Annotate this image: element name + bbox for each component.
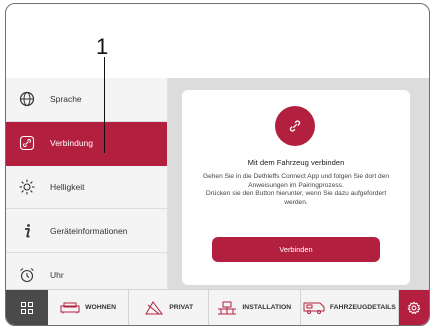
nav-label: PRIVAT	[169, 304, 194, 311]
nav-wohnen[interactable]: WOHNEN	[48, 290, 130, 325]
info-icon	[18, 222, 36, 240]
description-line: werden.	[284, 198, 308, 206]
gear-icon	[407, 300, 421, 314]
sidebar-item-label: Uhr	[50, 270, 64, 281]
nav-label: FAHRZEUGDETAILS	[329, 304, 396, 311]
sofa-icon	[60, 302, 80, 313]
main-content: Mit dem Fahrzeug verbinden Gehen Sie in …	[168, 78, 429, 297]
description-line: Drücken sie den Button hierunter, wenn S…	[205, 190, 387, 198]
vehicle-icon	[303, 302, 325, 314]
grid-icon	[20, 301, 33, 314]
link-icon	[275, 106, 315, 146]
nav-privat[interactable]: PRIVAT	[129, 290, 210, 325]
link-icon	[18, 134, 36, 152]
card-description: Gehen Sie in die Dethleffs Connect App u…	[190, 173, 402, 207]
callout-number: 1	[96, 34, 109, 59]
settings-button[interactable]	[399, 290, 429, 325]
device-screen: Sprache Verbindung Helligkeit Geräteinfo…	[5, 3, 430, 326]
sidebar-item-label: Geräteinformationen	[50, 225, 128, 236]
sun-icon	[18, 178, 36, 196]
connect-button[interactable]: Verbinden	[212, 237, 380, 262]
settings-sidebar: Sprache Verbindung Helligkeit Geräteinfo…	[6, 78, 168, 297]
nav-label: INSTALLATION	[242, 304, 292, 311]
sidebar-item-geraeteinformationen[interactable]: Geräteinformationen	[6, 209, 167, 254]
menu-grid-button[interactable]	[6, 290, 48, 325]
card-title: Mit dem Fahrzeug verbinden	[247, 158, 345, 167]
sidebar-item-helligkeit[interactable]: Helligkeit	[6, 166, 167, 210]
bottom-nav: WOHNEN PRIVAT INSTALLATION FAHRZEUGDETAI…	[6, 289, 429, 325]
nav-fahrzeugdetails[interactable]: FAHRZEUGDETAILS	[301, 290, 400, 325]
connect-card: Mit dem Fahrzeug verbinden Gehen Sie in …	[182, 90, 410, 285]
sidebar-item-label: Sprache	[50, 94, 82, 105]
description-line: Anweisungen im Pairingprozess.	[248, 181, 344, 189]
sidebar-item-verbindung[interactable]: Verbindung	[6, 121, 167, 166]
sidebar-item-label: Helligkeit	[50, 181, 85, 192]
sidebar-item-sprache[interactable]: Sprache	[6, 78, 167, 122]
alarm-clock-icon	[18, 266, 36, 284]
privacy-icon	[145, 300, 164, 314]
installation-icon	[218, 301, 237, 314]
callout-line	[104, 57, 105, 153]
sidebar-item-label: Verbindung	[50, 138, 94, 149]
nav-label: WOHNEN	[85, 304, 117, 311]
globe-icon	[18, 90, 36, 108]
nav-installation[interactable]: INSTALLATION	[209, 290, 301, 325]
description-line: Gehen Sie in die Dethleffs Connect App u…	[202, 173, 390, 180]
